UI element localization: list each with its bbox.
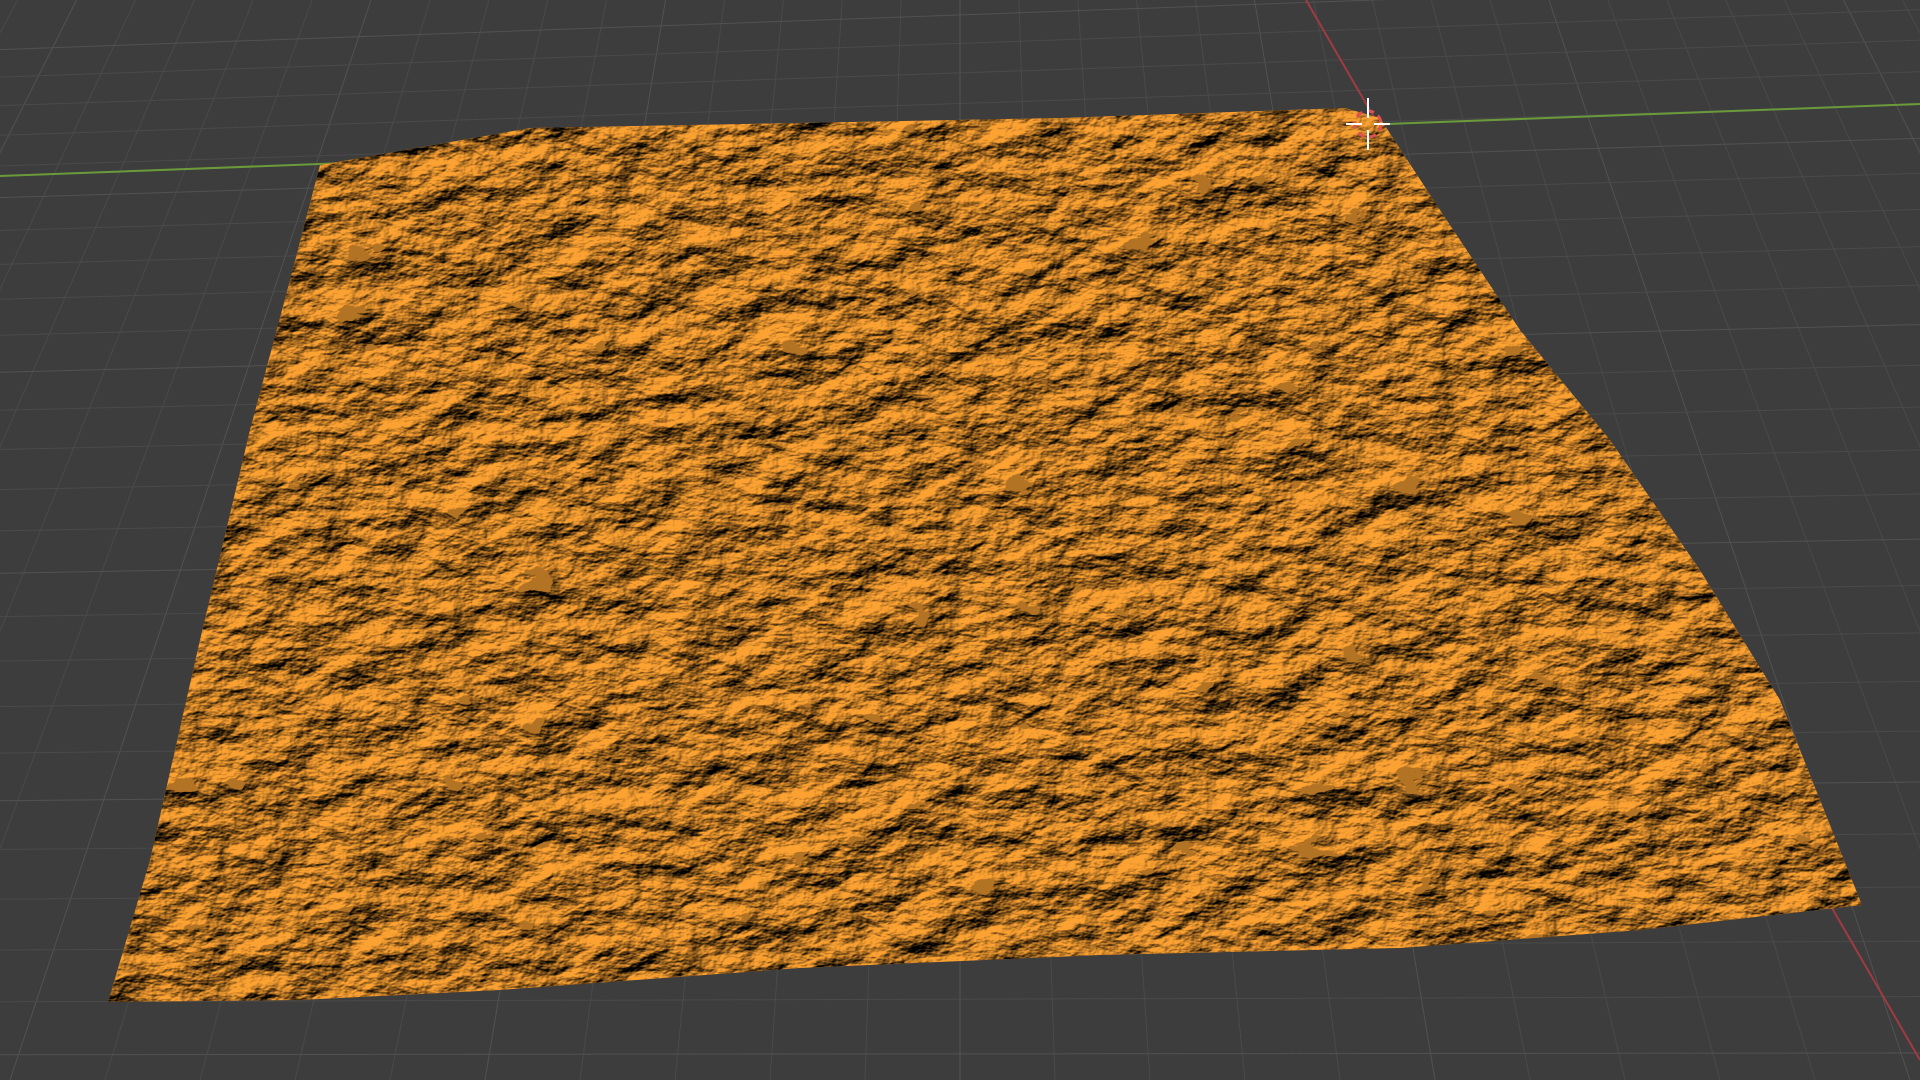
terrain-relief-shading: [108, 108, 1862, 1002]
3d-viewport[interactable]: [0, 0, 1920, 1080]
terrain-mesh[interactable]: [108, 108, 1862, 1002]
viewport-canvas[interactable]: [0, 0, 1920, 1080]
